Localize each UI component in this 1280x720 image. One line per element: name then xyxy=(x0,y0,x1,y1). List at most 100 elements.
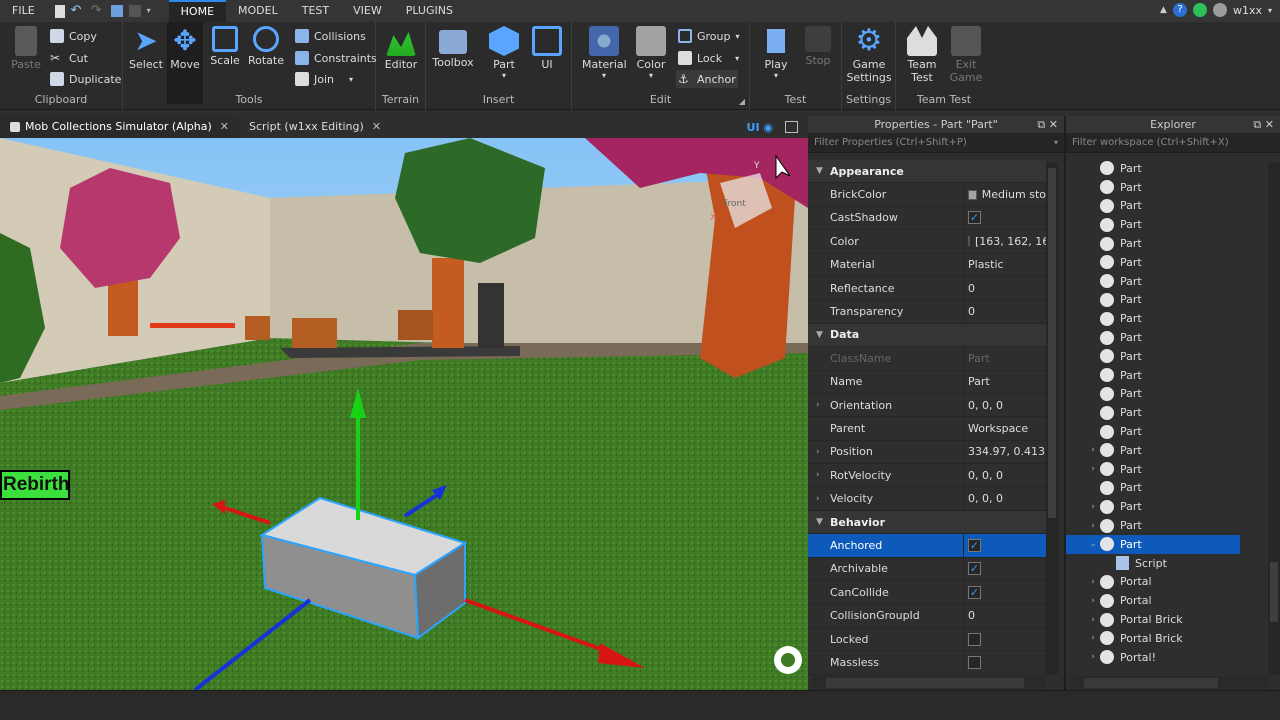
ui-button[interactable]: UI xyxy=(530,26,564,71)
play-button[interactable]: Play ▾ xyxy=(758,26,794,80)
checkbox[interactable]: ✓ xyxy=(968,562,981,576)
property-value-cell[interactable]: ✓ xyxy=(964,558,1046,580)
copy-button[interactable]: Copy xyxy=(50,27,97,45)
property-value-cell[interactable]: Part xyxy=(964,347,1046,369)
undo-icon[interactable]: ↶ xyxy=(71,4,85,18)
chevron-right-icon[interactable]: › xyxy=(816,494,820,504)
checkbox[interactable] xyxy=(968,632,981,646)
checkbox[interactable] xyxy=(968,655,981,669)
property-value-cell[interactable]: ✓ xyxy=(964,534,1046,557)
property-row[interactable]: Color [163, 162, 16 xyxy=(808,230,1046,254)
chevron-right-icon[interactable]: › xyxy=(1086,521,1100,531)
explorer-item[interactable]: Part xyxy=(1066,385,1266,404)
chevron-right-icon[interactable]: › xyxy=(1086,615,1100,625)
edit-expand-icon[interactable]: ◢ xyxy=(739,97,745,106)
save-icon[interactable] xyxy=(128,5,141,17)
rebirth-button[interactable]: Rebirth xyxy=(0,470,70,500)
property-row[interactable]: ›Position 334.97, 0.413, -6 xyxy=(808,440,1046,465)
collisions-toggle[interactable]: Collisions xyxy=(295,27,366,45)
chevron-right-icon[interactable]: › xyxy=(816,447,820,457)
customize-dropdown-icon[interactable]: ▾ xyxy=(147,4,161,18)
chevron-right-icon[interactable]: › xyxy=(1086,633,1100,643)
property-value-cell[interactable]: 0, 0, 0 xyxy=(964,487,1046,509)
properties-filter-input[interactable]: Filter Properties (Ctrl+Shift+P) ▾ xyxy=(808,133,1064,153)
tab-game[interactable]: Mob Collections Simulator (Alpha) ✕ xyxy=(0,116,239,138)
exit-game-button[interactable]: Exit Game xyxy=(946,26,986,84)
property-row[interactable]: Transparency 0 xyxy=(808,300,1046,324)
property-value[interactable]: Part xyxy=(968,352,990,365)
user-dropdown-icon[interactable]: ▾ xyxy=(1268,6,1272,15)
join-dropdown-icon[interactable]: ▾ xyxy=(349,75,353,84)
help-icon[interactable]: ? xyxy=(1172,3,1187,17)
tab-plugins[interactable]: PLUGINS xyxy=(394,0,465,22)
property-row[interactable]: › RotVelocity 0, 0, 0 xyxy=(808,464,1046,488)
property-value-cell[interactable]: 0 xyxy=(964,300,1046,322)
filter-dropdown-icon[interactable]: ▾ xyxy=(1054,133,1058,153)
property-row[interactable]: Massless xyxy=(808,651,1046,675)
team-test-button[interactable]: Team Test xyxy=(902,26,942,84)
stop-button[interactable]: Stop xyxy=(800,26,836,67)
paste-button[interactable]: Paste xyxy=(8,26,44,71)
property-value[interactable]: Part xyxy=(968,375,990,388)
move-button[interactable]: ✥ Move xyxy=(167,22,203,104)
dock-icon[interactable]: ⧉ xyxy=(1037,118,1045,131)
explorer-item[interactable]: Part xyxy=(1066,366,1266,385)
play-dropdown-icon[interactable]: ▾ xyxy=(758,71,794,80)
explorer-item[interactable]: › Portal xyxy=(1066,573,1266,592)
tab-script[interactable]: Script (w1xx Editing) ✕ xyxy=(239,116,391,138)
explorer-item[interactable]: Part xyxy=(1066,347,1266,366)
property-row[interactable]: Archivable ✓ xyxy=(808,557,1046,582)
property-value-cell[interactable]: 0 xyxy=(964,277,1046,299)
join-toggle[interactable]: Join ▾ xyxy=(295,70,353,88)
property-row[interactable]: Material Plastic xyxy=(808,253,1046,277)
tab-view[interactable]: VIEW xyxy=(341,0,394,22)
property-value[interactable]: 0 xyxy=(968,609,975,622)
property-row[interactable]: ClassName Part xyxy=(808,347,1046,371)
chevron-right-icon[interactable]: › xyxy=(1086,464,1100,474)
publish-icon[interactable] xyxy=(110,5,123,17)
property-value[interactable]: 334.97, 0.413, -6 xyxy=(968,445,1046,458)
scrollbar-thumb[interactable] xyxy=(826,678,1024,688)
property-category[interactable]: ▼ Behavior xyxy=(808,510,1046,535)
explorer-item[interactable]: Part xyxy=(1066,422,1266,441)
property-row[interactable]: CanCollide ✓ xyxy=(808,581,1046,605)
property-row[interactable]: BrickColor Medium sto xyxy=(808,183,1046,207)
close-icon[interactable]: ✕ xyxy=(220,116,229,138)
checkbox[interactable]: ✓ xyxy=(968,211,981,225)
chevron-down-icon[interactable]: ▼ xyxy=(816,166,823,176)
explorer-item[interactable]: Script xyxy=(1066,554,1266,573)
property-category[interactable]: ▼ Data xyxy=(808,323,1046,348)
color-button[interactable]: Color ▾ xyxy=(632,26,670,80)
property-row[interactable]: Reflectance 0 xyxy=(808,276,1046,301)
terrain-editor-button[interactable]: Editor xyxy=(382,26,420,71)
group-dropdown-icon[interactable]: ▾ xyxy=(736,32,740,41)
group-button[interactable]: Group ▾ xyxy=(678,27,740,45)
lock-button[interactable]: Lock ▾ xyxy=(678,49,739,67)
property-value[interactable]: Medium sto xyxy=(982,188,1046,201)
property-row[interactable]: Anchored ✓ xyxy=(808,534,1046,558)
chevron-down-icon[interactable]: ▼ xyxy=(816,330,823,340)
explorer-item[interactable]: ⌄ Part xyxy=(1066,534,1240,554)
explorer-item[interactable]: Part xyxy=(1066,291,1266,310)
explorer-scrollbar[interactable] xyxy=(1268,162,1280,674)
property-row[interactable]: › Velocity 0, 0, 0 xyxy=(808,487,1046,511)
rotate-button[interactable]: Rotate xyxy=(246,26,286,67)
explorer-h-scrollbar[interactable] xyxy=(1070,676,1268,690)
explorer-item[interactable]: Part xyxy=(1066,234,1266,253)
explorer-item[interactable]: › Portal Brick xyxy=(1066,610,1266,629)
property-row[interactable]: › Orientation 0, 0, 0 xyxy=(808,393,1046,418)
explorer-item[interactable]: › Part xyxy=(1066,497,1266,516)
chevron-right-icon[interactable]: › xyxy=(816,470,820,480)
property-value-cell[interactable]: Workspace xyxy=(964,417,1046,439)
redo-icon[interactable]: ↷ xyxy=(91,4,105,18)
chevron-right-icon[interactable]: › xyxy=(1086,502,1100,512)
properties-h-scrollbar[interactable] xyxy=(812,676,1046,690)
scrollbar-thumb[interactable] xyxy=(1084,678,1218,688)
property-row[interactable]: Parent Workspace xyxy=(808,417,1046,441)
property-value[interactable]: 0, 0, 0 xyxy=(968,492,1003,505)
explorer-item[interactable]: › Portal xyxy=(1066,591,1266,610)
property-value-cell[interactable]: 0 xyxy=(964,604,1046,626)
property-value[interactable]: Workspace xyxy=(968,422,1028,435)
collapse-ribbon-icon[interactable]: ▲ xyxy=(1160,5,1167,15)
tab-test[interactable]: TEST xyxy=(290,0,341,22)
